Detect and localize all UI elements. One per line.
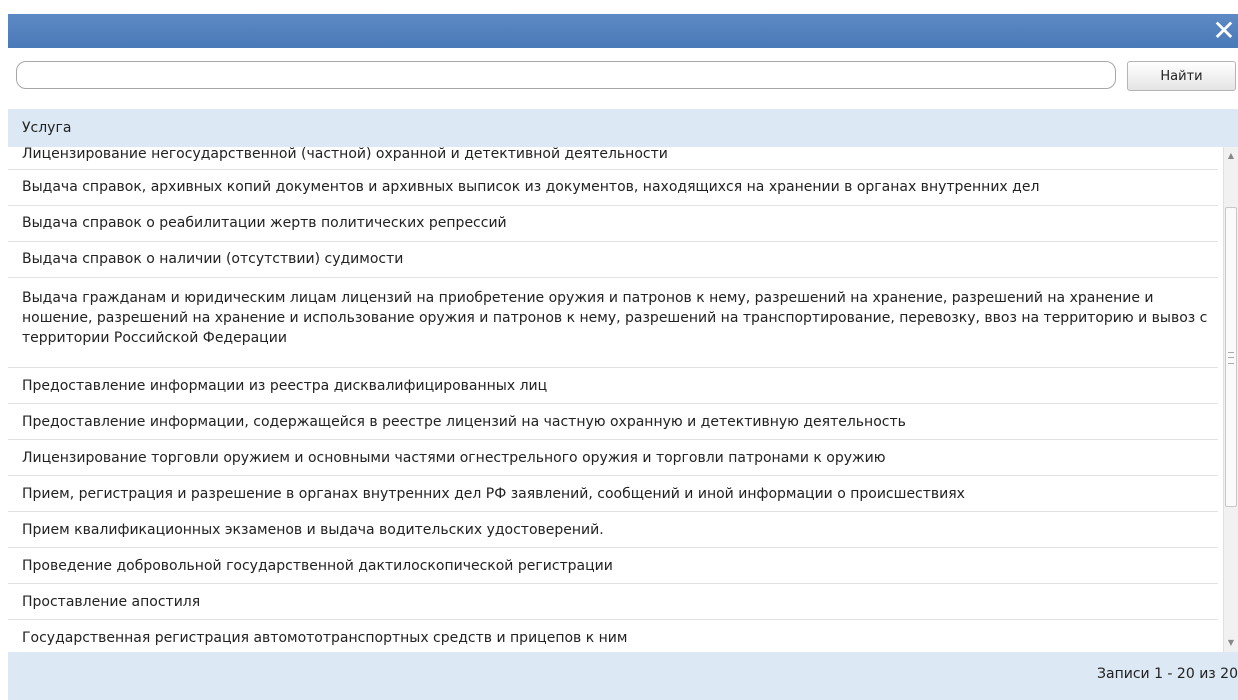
scroll-thumb[interactable] [1225,207,1237,507]
column-header-service: Услуга [22,120,72,136]
service-row-label: Выдача справок о реабилитации жертв поли… [22,215,507,231]
scroll-up-icon[interactable]: ▲ [1224,149,1238,163]
service-row[interactable]: Лицензирование торговли оружием и основн… [8,440,1218,476]
service-row-label: Выдача справок, архивных копий документо… [22,179,1040,195]
service-list: Лицензирование негосударственной (частно… [8,147,1223,652]
service-row-label: Лицензирование торговли оружием и основн… [22,450,886,466]
dialog-titlebar: ✕ [8,14,1238,48]
service-row[interactable]: Выдача справок о реабилитации жертв поли… [8,206,1218,242]
grid-header[interactable]: Услуга [8,109,1238,147]
search-button[interactable]: Найти [1127,61,1236,91]
service-row[interactable]: Выдача справок о наличии (отсутствии) су… [8,242,1218,278]
service-row[interactable]: Выдача справок, архивных копий документо… [8,170,1218,206]
close-icon[interactable]: ✕ [1210,14,1238,48]
service-row[interactable]: Предоставление информации, содержащейся … [8,404,1218,440]
service-row-label: Лицензирование негосударственной (частно… [22,147,668,162]
service-row[interactable]: Проведение добровольной государственной … [8,548,1218,584]
service-row[interactable]: Прием квалификационных экзаменов и выдач… [8,512,1218,548]
grip-icon [1228,352,1234,364]
search-bar: Найти [8,48,1238,102]
service-row-label: Выдача справок о наличии (отсутствии) су… [22,251,404,267]
service-row-label: Государственная регистрация автомототран… [22,630,628,646]
service-row-label: Выдача гражданам и юридическим лицам лиц… [22,290,1208,346]
service-row-label: Проведение добровольной государственной … [22,558,613,574]
service-row-label: Предоставление информации из реестра дис… [22,378,548,394]
search-input[interactable] [16,61,1116,89]
service-row-label: Предоставление информации, содержащейся … [22,414,906,430]
service-row-label: Прием, регистрация и разрешение в органа… [22,486,965,502]
service-row[interactable]: Государственная регистрация автомототран… [8,620,1218,652]
service-row[interactable]: Прием, регистрация и разрешение в органа… [8,476,1218,512]
service-row[interactable]: Выдача гражданам и юридическим лицам лиц… [8,278,1218,368]
vertical-scrollbar[interactable]: ▲ ▼ [1223,147,1238,652]
service-row[interactable]: Проставление апостиля [8,584,1218,620]
service-row-label: Прием квалификационных экзаменов и выдач… [22,522,604,538]
service-row-label: Проставление апостиля [22,594,201,610]
scroll-down-icon[interactable]: ▼ [1224,636,1238,650]
pager-bar: Записи 1 - 20 из 20 [8,652,1238,700]
service-row[interactable]: Лицензирование негосударственной (частно… [8,147,1218,170]
record-count: Записи 1 - 20 из 20 [1097,666,1238,682]
service-row[interactable]: Предоставление информации из реестра дис… [8,368,1218,404]
